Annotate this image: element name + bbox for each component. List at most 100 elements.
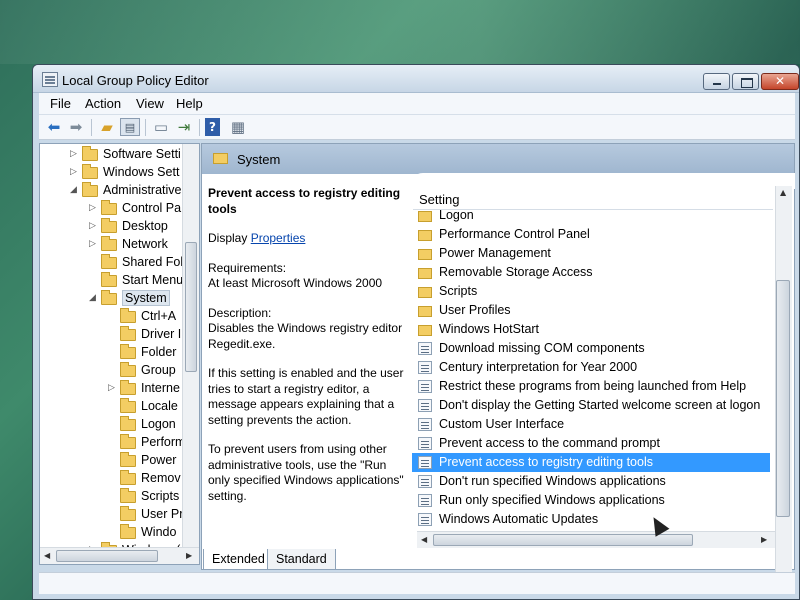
list-item-setting[interactable]: Custom User Interface	[412, 415, 770, 434]
list-item-setting[interactable]: Century interpretation for Year 2000	[412, 358, 770, 377]
list-item-setting[interactable]: Windows Automatic Updates	[412, 510, 770, 529]
collapse-arrow-icon[interactable]: ◢	[89, 292, 99, 303]
list-item-label: Windows Automatic Updates	[439, 512, 599, 526]
tree-item-label: Windo	[141, 525, 177, 539]
list-item-setting[interactable]: Prevent access to registry editing tools	[412, 453, 770, 472]
scroll-right-icon[interactable]: ▶	[761, 535, 767, 544]
column-header-label: Setting	[419, 192, 460, 207]
scroll-left-icon[interactable]: ◀	[421, 535, 427, 544]
maximize-button[interactable]	[732, 73, 759, 90]
list-item-label: Logon	[439, 208, 474, 222]
folder-icon	[120, 308, 136, 323]
tree-horizontal-scroll-thumb[interactable]	[56, 550, 158, 562]
expand-arrow-icon[interactable]: ▷	[89, 202, 99, 213]
tree-item-label: Administrative	[103, 183, 182, 197]
list-panel-curve	[409, 173, 795, 189]
list-item-folder[interactable]: Power Management	[412, 244, 770, 263]
folder-icon	[120, 488, 136, 503]
description-text: Disables the Windows registry editor Reg…	[208, 321, 403, 351]
tree-item-label: Start Menu	[122, 273, 184, 287]
folder-icon	[418, 230, 432, 241]
list-item-folder[interactable]: Removable Storage Access	[412, 263, 770, 282]
tab-extended[interactable]: Extended	[203, 549, 274, 570]
tree-vertical-scrollbar[interactable]	[182, 144, 199, 548]
collapse-arrow-icon[interactable]: ◢	[70, 184, 80, 195]
close-button[interactable]: ✕	[761, 73, 799, 90]
back-icon[interactable]: ⬅	[44, 118, 64, 136]
list-vertical-scroll-thumb[interactable]	[776, 280, 790, 517]
scroll-left-icon[interactable]: ◀	[44, 551, 50, 560]
menu-help[interactable]: Help	[176, 96, 203, 111]
expand-arrow-icon[interactable]: ▷	[89, 220, 99, 231]
tree-item-label: System	[122, 290, 170, 306]
policy-setting-icon	[418, 456, 432, 469]
help-icon[interactable]: ?	[205, 118, 220, 136]
export-list-icon[interactable]: ⇥	[174, 118, 194, 136]
folder-icon	[120, 380, 136, 395]
policy-setting-icon	[418, 380, 432, 393]
tree-item-label: Logon	[141, 417, 176, 431]
tree-item-label: Scripts	[141, 489, 180, 503]
window-title: Local Group Policy Editor	[62, 73, 209, 88]
list-horizontal-scrollbar[interactable]: ◀ ▶	[417, 531, 775, 548]
properties-link[interactable]: Properties	[251, 231, 306, 245]
folder-icon	[418, 211, 432, 222]
tab-standard[interactable]: Standard	[267, 549, 336, 570]
list-item-folder[interactable]: Performance Control Panel	[412, 225, 770, 244]
list-item-setting[interactable]: Don't run specified Windows applications	[412, 472, 770, 491]
expand-arrow-icon[interactable]: ▷	[89, 238, 99, 249]
title-bar[interactable]: Local Group Policy Editor ✕	[33, 65, 799, 93]
tree-item-label: Locale	[141, 399, 178, 413]
list-item-folder[interactable]: User Profiles	[412, 301, 770, 320]
list-item-setting[interactable]: Run only specified Windows applications	[412, 491, 770, 510]
list-item-setting[interactable]: Don't display the Getting Started welcom…	[412, 396, 770, 415]
folder-icon	[120, 344, 136, 359]
list-item-label: Restrict these programs from being launc…	[439, 379, 747, 393]
expand-arrow-icon[interactable]: ▷	[70, 148, 80, 159]
policy-setting-icon	[418, 361, 432, 374]
list-item-setting[interactable]: Restrict these programs from being launc…	[412, 377, 770, 396]
folder-icon	[120, 362, 136, 377]
requirements-block: Requirements: At least Microsoft Windows …	[208, 261, 406, 292]
list-item-label: Custom User Interface	[439, 417, 565, 431]
forward-icon[interactable]: ➡	[66, 118, 86, 136]
list-item-label: Download missing COM components	[439, 341, 645, 355]
minimize-button[interactable]	[703, 73, 730, 90]
list-item-setting[interactable]: Download missing COM components	[412, 339, 770, 358]
list-item-setting[interactable]: Prevent access to the command prompt	[412, 434, 770, 453]
tree-item-label: Group	[141, 363, 176, 377]
tree-vertical-scroll-thumb[interactable]	[185, 242, 197, 372]
folder-icon	[120, 416, 136, 431]
tree-item-label: Shared Fol	[122, 255, 184, 269]
desktop-background	[0, 0, 800, 64]
expand-arrow-icon[interactable]: ▷	[70, 166, 80, 177]
menu-view[interactable]: View	[136, 96, 164, 111]
policy-setting-icon	[418, 399, 432, 412]
list-item-label: Performance Control Panel	[439, 227, 590, 241]
show-hide-tree-icon[interactable]: ▤	[120, 118, 140, 136]
scroll-right-icon[interactable]: ▶	[186, 551, 192, 560]
navigation-tree: ▷ Software Setti ▷ Windows Sett ◢ Administr…	[39, 143, 200, 565]
tree-item-label: Network	[122, 237, 168, 251]
properties-icon[interactable]: ▭	[151, 118, 171, 136]
app-icon	[42, 72, 58, 87]
policy-setting-icon	[418, 475, 432, 488]
tree-horizontal-scrollbar[interactable]: ◀ ▶	[40, 547, 199, 564]
list-item-label: Run only specified Windows applications	[439, 493, 665, 507]
scroll-up-icon[interactable]: ▲	[780, 188, 786, 197]
folder-icon	[418, 325, 432, 336]
folder-icon	[418, 306, 432, 317]
menu-action[interactable]: Action	[85, 96, 121, 111]
expand-arrow-icon[interactable]: ▷	[108, 382, 118, 393]
list-item-folder[interactable]: Scripts	[412, 282, 770, 301]
list-vertical-scrollbar[interactable]: ▲ ▼	[775, 186, 792, 585]
list-item-folder[interactable]: Windows HotStart	[412, 320, 770, 339]
folder-icon	[82, 146, 98, 161]
list-item-label: Don't display the Getting Started welcom…	[439, 398, 761, 412]
tree-item-label: Perform	[141, 435, 186, 449]
folder-icon	[120, 506, 136, 521]
up-folder-icon[interactable]: ▰	[97, 118, 117, 136]
filter-icon[interactable]: ▦	[228, 118, 248, 136]
menu-file[interactable]: File	[50, 96, 71, 111]
list-item-folder[interactable]: Logon	[412, 206, 770, 225]
